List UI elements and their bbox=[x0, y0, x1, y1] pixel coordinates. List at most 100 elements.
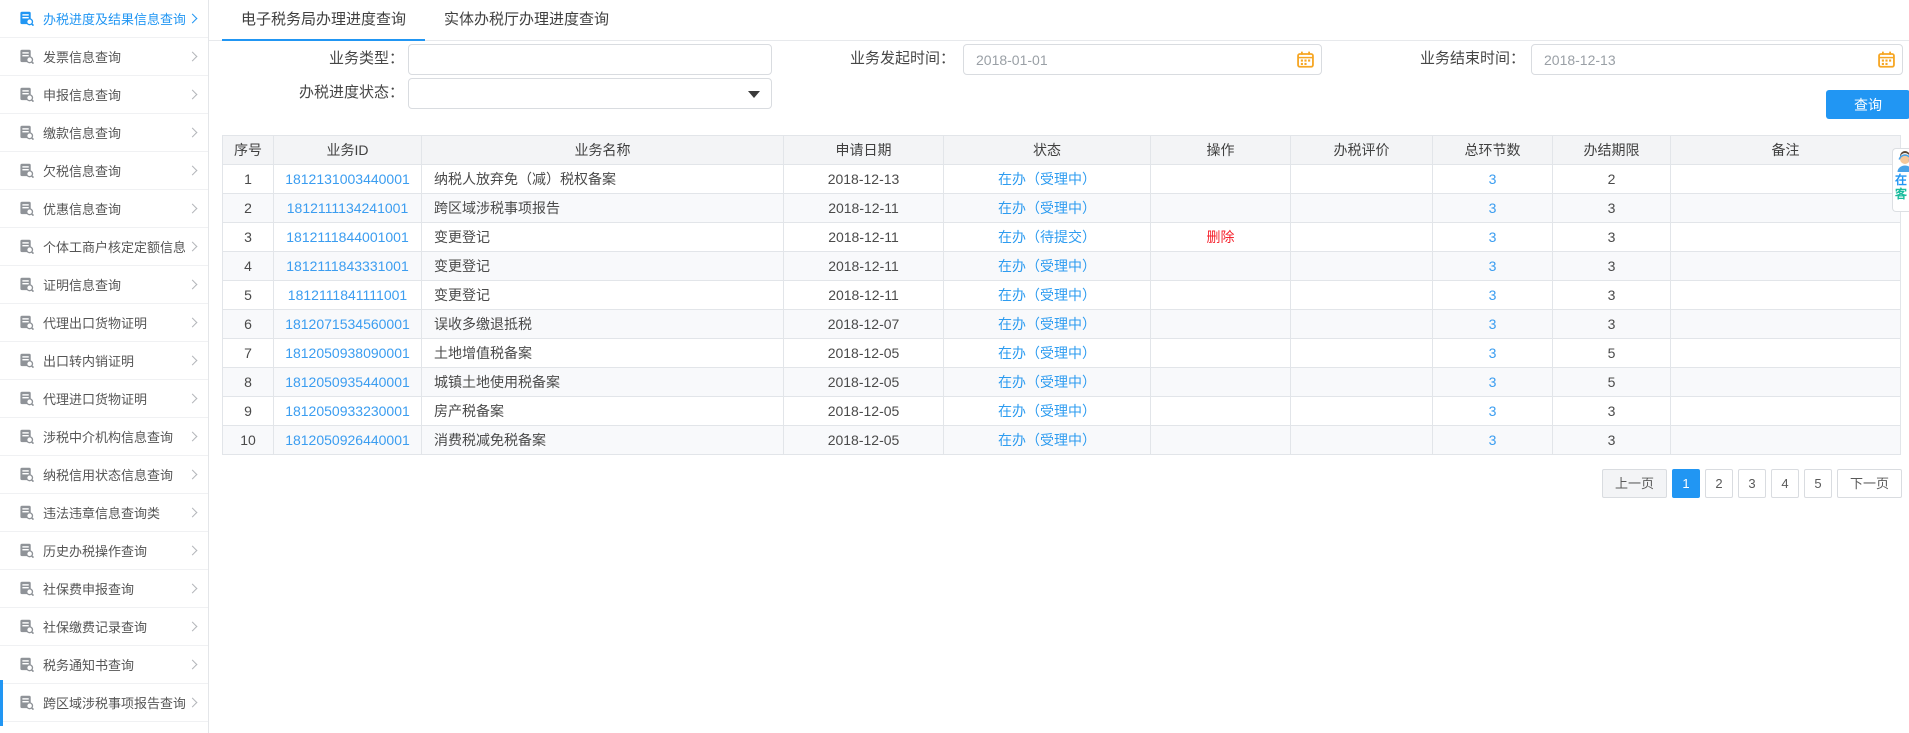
business-id-link[interactable]: 1812050938090001 bbox=[285, 345, 410, 361]
sidebar-item[interactable]: 违法违章信息查询类 bbox=[0, 494, 208, 532]
cell-deadline: 3 bbox=[1553, 252, 1671, 281]
total-steps-link[interactable]: 3 bbox=[1489, 258, 1497, 274]
total-steps-link[interactable]: 3 bbox=[1489, 432, 1497, 448]
sidebar-scrollbar-thumb[interactable] bbox=[0, 680, 3, 726]
sidebar-item-label: 社保费申报查询 bbox=[43, 579, 185, 598]
end-time-input[interactable] bbox=[1531, 44, 1903, 75]
sidebar-item[interactable]: 历史办税操作查询 bbox=[0, 532, 208, 570]
business-id-link[interactable]: 1812111843331001 bbox=[286, 258, 409, 274]
sidebar-item[interactable]: 办税进度及结果信息查询 bbox=[0, 0, 208, 38]
cell-status: 在办（受理中） bbox=[944, 310, 1151, 339]
main-content: 电子税务局办理进度查询 实体办税厅办理进度查询 业务类型： 业务发起时间： bbox=[209, 0, 1909, 733]
sidebar-item[interactable]: 证明信息查询 bbox=[0, 266, 208, 304]
sidebar-item[interactable]: 跨区域涉税事项报告查询 bbox=[0, 684, 208, 722]
column-header: 操作 bbox=[1151, 136, 1291, 165]
calendar-icon[interactable] bbox=[1297, 51, 1314, 68]
delete-link[interactable]: 删除 bbox=[1207, 229, 1235, 245]
sidebar-item[interactable]: 税务通知书查询 bbox=[0, 646, 208, 684]
sidebar-item-label: 出口转内销证明 bbox=[43, 351, 185, 370]
sidebar-item[interactable]: 社保缴费记录查询 bbox=[0, 608, 208, 646]
total-steps-link[interactable]: 3 bbox=[1489, 287, 1497, 303]
cell-remark bbox=[1671, 310, 1901, 339]
cell-business-id: 1812111843331001 bbox=[274, 252, 422, 281]
cell-deadline: 3 bbox=[1553, 397, 1671, 426]
chevron-right-icon bbox=[188, 280, 198, 290]
cell-evaluation bbox=[1291, 339, 1433, 368]
business-id-link[interactable]: 1812111134241001 bbox=[287, 200, 408, 216]
start-time-label: 业务发起时间： bbox=[805, 44, 955, 74]
tab-hall-progress[interactable]: 实体办税厅办理进度查询 bbox=[425, 0, 628, 40]
sidebar-item-label: 历史办税操作查询 bbox=[43, 541, 185, 560]
cell-apply-date: 2018-12-07 bbox=[784, 310, 944, 339]
document-search-icon bbox=[19, 125, 35, 141]
cell-seq: 5 bbox=[223, 281, 274, 310]
business-id-link[interactable]: 1812071534560001 bbox=[285, 316, 410, 332]
total-steps-link[interactable]: 3 bbox=[1489, 345, 1497, 361]
page-number-button[interactable]: 5 bbox=[1804, 469, 1832, 498]
cell-business-name: 房产税备案 bbox=[422, 397, 784, 426]
document-search-icon bbox=[19, 353, 35, 369]
customer-service-widget[interactable]: 在 客 bbox=[1892, 148, 1909, 212]
progress-status-select[interactable] bbox=[408, 78, 772, 109]
business-id-link[interactable]: 1812111844001001 bbox=[286, 229, 409, 245]
total-steps-link[interactable]: 3 bbox=[1489, 171, 1497, 187]
page-number-button[interactable]: 4 bbox=[1771, 469, 1799, 498]
business-id-link[interactable]: 1812050926440001 bbox=[285, 432, 410, 448]
page-number-button[interactable]: 1 bbox=[1672, 469, 1700, 498]
business-id-link[interactable]: 1812050933230001 bbox=[285, 403, 410, 419]
next-page-button[interactable]: 下一页 bbox=[1837, 469, 1902, 498]
status-text: 在办（受理中） bbox=[998, 316, 1096, 332]
business-id-link[interactable]: 1812111841111001 bbox=[288, 287, 407, 303]
sidebar-item[interactable]: 代理出口货物证明 bbox=[0, 304, 208, 342]
cell-apply-date: 2018-12-05 bbox=[784, 368, 944, 397]
business-id-link[interactable]: 1812050935440001 bbox=[285, 374, 410, 390]
cell-remark bbox=[1671, 194, 1901, 223]
page-number-button[interactable]: 2 bbox=[1705, 469, 1733, 498]
cell-status: 在办（受理中） bbox=[944, 194, 1151, 223]
sidebar-item[interactable]: 代理进口货物证明 bbox=[0, 380, 208, 418]
sidebar-item[interactable]: 优惠信息查询 bbox=[0, 190, 208, 228]
total-steps-link[interactable]: 3 bbox=[1489, 200, 1497, 216]
sidebar-item[interactable]: 涉税中介机构信息查询 bbox=[0, 418, 208, 456]
sidebar-item[interactable]: 出口转内销证明 bbox=[0, 342, 208, 380]
table-row: 41812111843331001变更登记2018-12-11在办（受理中）33 bbox=[223, 252, 1901, 281]
total-steps-link[interactable]: 3 bbox=[1489, 374, 1497, 390]
total-steps-link[interactable]: 3 bbox=[1489, 229, 1497, 245]
sidebar-item-label: 缴款信息查询 bbox=[43, 123, 185, 142]
column-header: 办结期限 bbox=[1553, 136, 1671, 165]
document-search-icon bbox=[19, 695, 35, 711]
prev-page-button[interactable]: 上一页 bbox=[1602, 469, 1667, 498]
cell-status: 在办（受理中） bbox=[944, 252, 1151, 281]
cell-remark bbox=[1671, 426, 1901, 455]
cell-action bbox=[1151, 368, 1291, 397]
start-time-input[interactable] bbox=[963, 44, 1322, 75]
calendar-icon[interactable] bbox=[1878, 51, 1895, 68]
business-type-input[interactable] bbox=[408, 44, 772, 75]
chevron-right-icon bbox=[188, 128, 198, 138]
sidebar-item[interactable]: 申报信息查询 bbox=[0, 76, 208, 114]
cell-remark bbox=[1671, 368, 1901, 397]
sidebar-item[interactable]: 发票信息查询 bbox=[0, 38, 208, 76]
sidebar-item[interactable]: 缴款信息查询 bbox=[0, 114, 208, 152]
chevron-right-icon bbox=[188, 508, 198, 518]
cell-deadline: 3 bbox=[1553, 223, 1671, 252]
page-number-button[interactable]: 3 bbox=[1738, 469, 1766, 498]
sidebar-item[interactable]: 社保费申报查询 bbox=[0, 570, 208, 608]
sidebar-item[interactable]: 个体工商户核定定额信息查询 bbox=[0, 228, 208, 266]
cell-business-id: 1812111844001001 bbox=[274, 223, 422, 252]
status-text: 在办（受理中） bbox=[998, 258, 1096, 274]
query-button[interactable]: 查询 bbox=[1826, 90, 1909, 119]
sidebar-item[interactable]: 欠税信息查询 bbox=[0, 152, 208, 190]
cell-business-name: 消费税减免税备案 bbox=[422, 426, 784, 455]
tab-etax-progress[interactable]: 电子税务局办理进度查询 bbox=[222, 0, 425, 40]
business-id-link[interactable]: 1812131003440001 bbox=[285, 171, 410, 187]
total-steps-link[interactable]: 3 bbox=[1489, 316, 1497, 332]
total-steps-link[interactable]: 3 bbox=[1489, 403, 1497, 419]
cell-business-id: 1812050938090001 bbox=[274, 339, 422, 368]
table-body: 11812131003440001纳税人放弃免（减）税权备案2018-12-13… bbox=[223, 165, 1901, 455]
sidebar-item[interactable]: 纳税信用状态信息查询 bbox=[0, 456, 208, 494]
business-type-label: 业务类型： bbox=[269, 44, 404, 74]
cell-business-id: 1812071534560001 bbox=[274, 310, 422, 339]
cell-total-steps: 3 bbox=[1433, 310, 1553, 339]
cell-action bbox=[1151, 194, 1291, 223]
